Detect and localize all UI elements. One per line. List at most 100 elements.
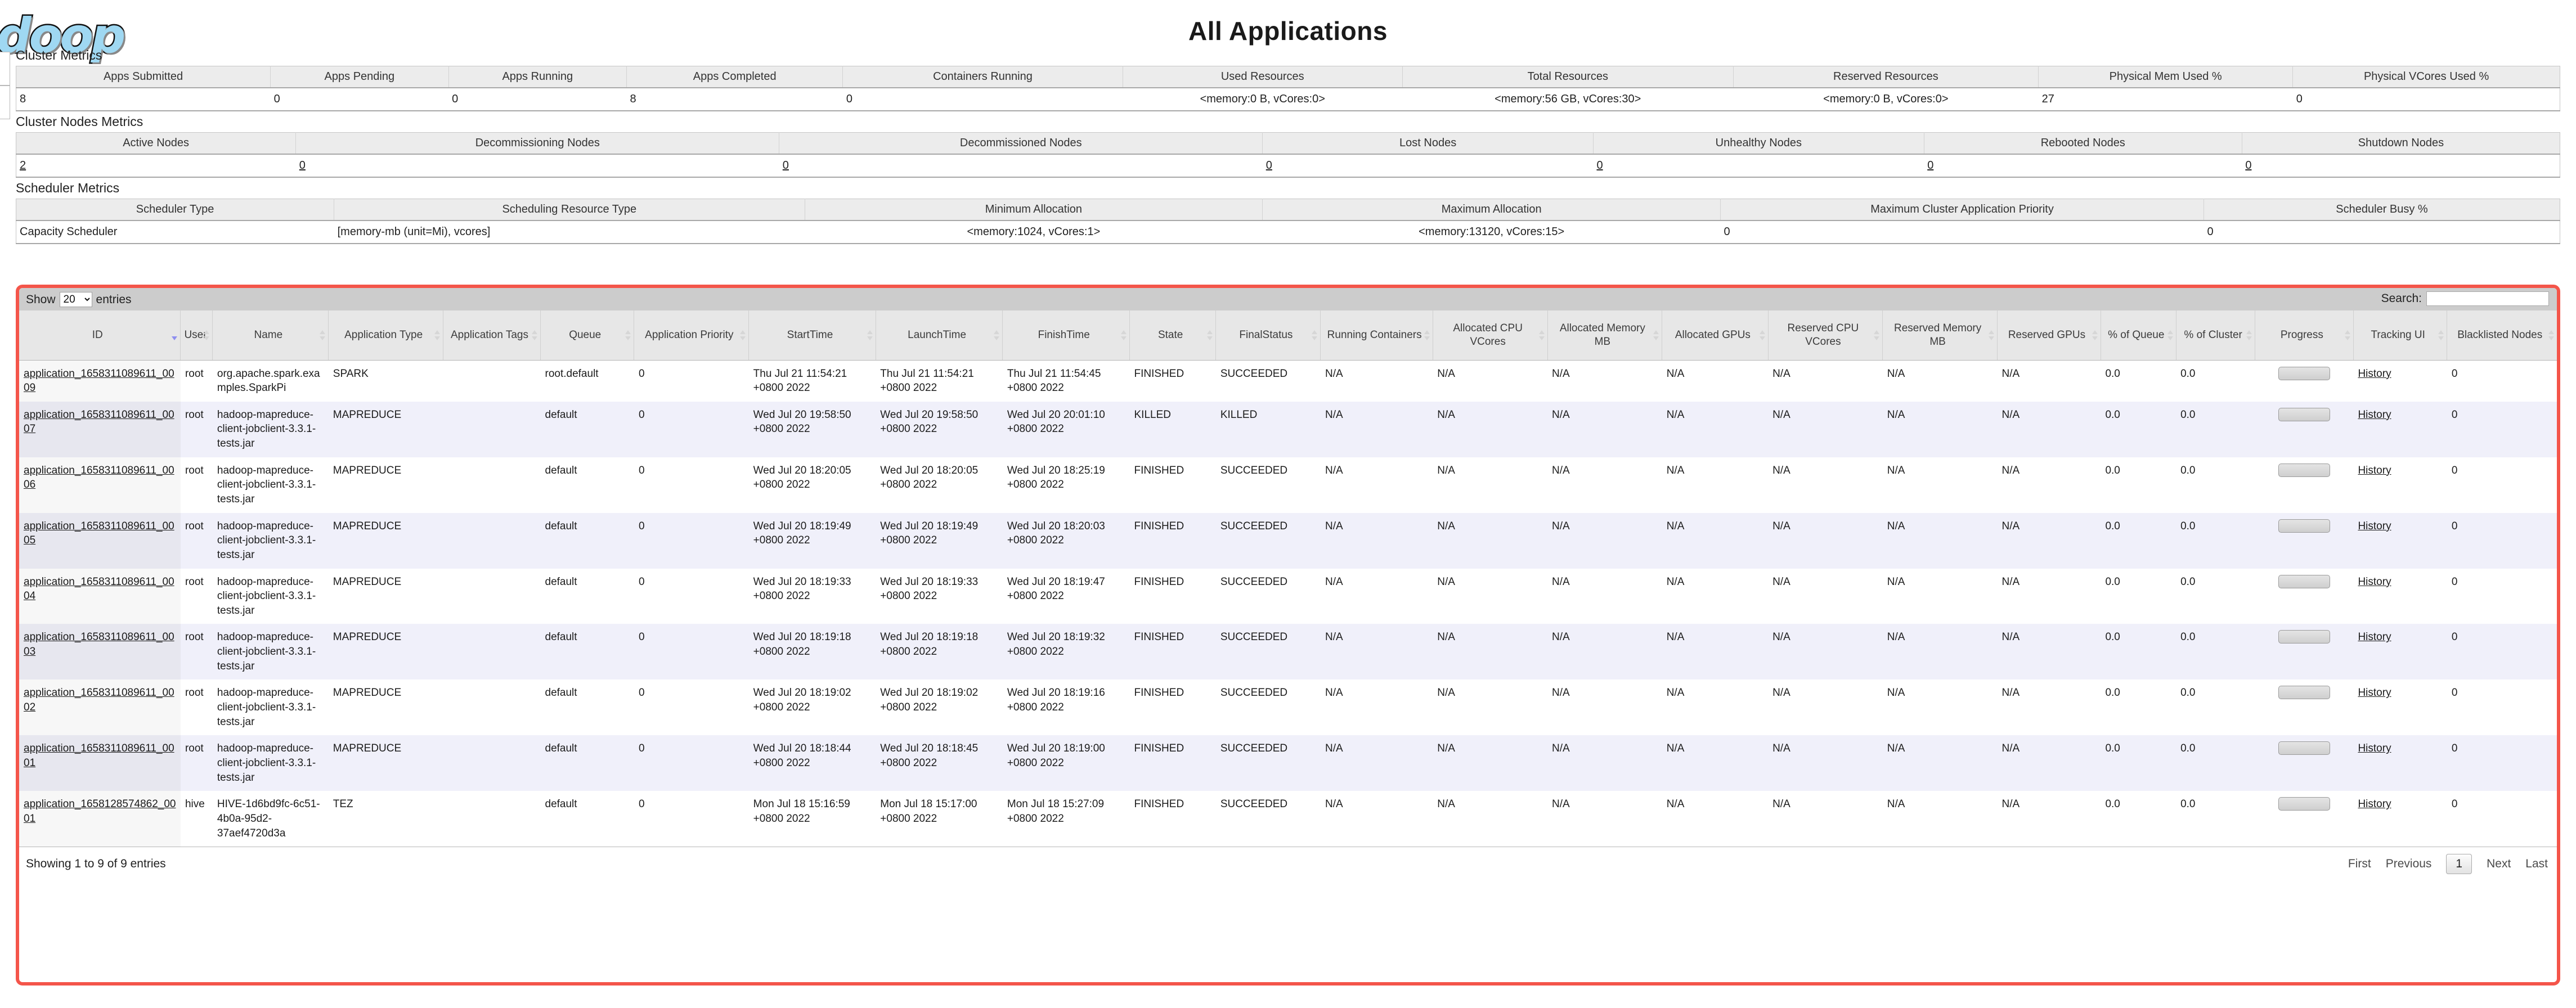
pagination-last[interactable]: Last [2525, 857, 2548, 871]
sort-both-icon [1207, 330, 1213, 340]
progress-bar [2278, 366, 2330, 380]
cluster-nodes-val-decommissioned[interactable]: 0 [783, 159, 789, 172]
table-row: application_1658311089611_0001 root hadoop… [19, 735, 2557, 791]
cell-name: hadoop-mapreduce-client-jobclient-3.3.1-… [217, 408, 316, 450]
cluster-metrics-col-physical-vcores-used: Physical VCores Used % [2292, 66, 2560, 89]
page-length-select[interactable]: 20406080100 [59, 292, 92, 307]
cluster-nodes-val-shutdown[interactable]: 0 [2245, 159, 2251, 172]
cell-launch-time: Wed Jul 20 18:20:05 +0800 2022 [880, 464, 979, 491]
tracking-ui-history-link[interactable]: History [2358, 576, 2391, 588]
pagination-page-1[interactable]: 1 [2446, 854, 2472, 875]
apps-col-of-cluster[interactable]: % of Cluster [2176, 310, 2255, 361]
apps-col-reserved-gpus[interactable]: Reserved GPUs [1997, 310, 2101, 361]
applications-table-scroll[interactable]: ID User Name Application Type Application Ta… [19, 310, 2557, 847]
tracking-ui-history-link[interactable]: History [2358, 368, 2391, 380]
cell-running-containers: N/A [1325, 631, 1343, 644]
applications-table-body: application_1658311089611_0009 root org.ap… [19, 360, 2557, 847]
scheduler-col-type: Scheduler Type [16, 199, 335, 222]
cell-queue: default [545, 520, 577, 532]
application-id-link[interactable]: application_1658311089611_0001 [24, 742, 174, 769]
apps-col-allocated-cpu-vcores[interactable]: Allocated CPU VCores [1433, 310, 1548, 361]
pagination-next[interactable]: Next [2487, 857, 2511, 871]
application-id-link[interactable]: application_1658311089611_0003 [24, 631, 174, 658]
apps-col-user[interactable]: User [180, 310, 213, 361]
application-id-link[interactable]: application_1658311089611_0007 [24, 409, 174, 435]
cell-alloc-cpu-vcores: N/A [1437, 408, 1455, 421]
left-rail-stub-mid [0, 86, 10, 119]
cell-running-containers: N/A [1325, 687, 1343, 699]
apps-col-progress[interactable]: Progress [2255, 310, 2354, 361]
sort-desc-icon [172, 330, 178, 340]
cluster-nodes-val-decommissioning[interactable]: 0 [299, 159, 306, 172]
application-id-link[interactable]: application_1658311089611_0005 [24, 520, 174, 547]
cell-progress [2255, 457, 2353, 513]
apps-col-finishtime[interactable]: FinishTime [1002, 310, 1130, 361]
cell-res-gpus: N/A [2001, 367, 2020, 380]
cell-launch-time: Wed Jul 20 18:19:18 +0800 2022 [880, 631, 979, 658]
apps-col-allocated-gpus[interactable]: Allocated GPUs [1662, 310, 1769, 361]
cell-running-containers: N/A [1325, 798, 1343, 811]
cell-app-tags [443, 735, 540, 791]
cluster-nodes-val-rebooted[interactable]: 0 [1927, 159, 1933, 172]
cell-tracking-ui: History [2353, 513, 2447, 569]
tracking-ui-history-link[interactable]: History [2358, 520, 2391, 532]
apps-col-reserved-memory-mb[interactable]: Reserved Memory MB [1882, 310, 1998, 361]
apps-col-id[interactable]: ID [19, 310, 181, 361]
cell-id: application_1658311089611_0007 [19, 401, 181, 457]
cluster-nodes-val-decommissioning-cell: 0 [295, 154, 779, 178]
cell-pct-queue: 0.0 [2105, 631, 2120, 644]
left-rail-stub-top [0, 52, 10, 86]
apps-col-starttime[interactable]: StartTime [748, 310, 876, 361]
apps-col-allocated-memory-mb[interactable]: Allocated Memory MB [1547, 310, 1663, 361]
cell-res-gpus: N/A [2001, 687, 2020, 699]
cell-alloc-gpus: N/A [1666, 408, 1685, 421]
apps-col-running-containers[interactable]: Running Containers [1320, 310, 1433, 361]
apps-col-of-queue[interactable]: % of Queue [2101, 310, 2176, 361]
cell-pct-cluster: 0.0 [2180, 798, 2196, 811]
apps-col-reserved-cpu-vcores[interactable]: Reserved CPU VCores [1768, 310, 1883, 361]
apps-col-finalstatus[interactable]: FinalStatus [1215, 310, 1321, 361]
sort-both-icon [2167, 330, 2173, 340]
tracking-ui-history-link[interactable]: History [2358, 687, 2391, 699]
datatable-info: Showing 1 to 9 of 9 entries [26, 857, 166, 871]
cluster-nodes-val-active[interactable]: 2 [20, 159, 26, 172]
cluster-metrics-col-used-resources: Used Resources [1123, 66, 1403, 89]
apps-col-tracking-ui[interactable]: Tracking UI [2353, 310, 2448, 361]
search-input[interactable] [2426, 291, 2549, 306]
cell-res-memory-mb: N/A [1887, 742, 1905, 755]
tracking-ui-history-link[interactable]: History [2358, 742, 2391, 754]
application-id-link[interactable]: application_1658311089611_0004 [24, 576, 174, 602]
apps-col-application-tags[interactable]: Application Tags [443, 310, 541, 361]
applications-header-row: ID User Name Application Type Application Ta… [19, 310, 2557, 361]
cell-progress [2255, 513, 2353, 569]
application-id-link[interactable]: application_1658311089611_0002 [24, 687, 174, 713]
pagination-previous[interactable]: Previous [2386, 857, 2432, 871]
apps-col-name[interactable]: Name [212, 310, 329, 361]
cell-finish-time: Thu Jul 21 11:54:45 +0800 2022 [1007, 367, 1101, 394]
apps-col-state[interactable]: State [1129, 310, 1217, 361]
table-row: application_1658311089611_0003 root hadoop… [19, 624, 2557, 680]
apps-col-application-type[interactable]: Application Type [328, 310, 443, 361]
application-id-link[interactable]: application_1658128574862_0001 [24, 798, 176, 825]
cluster-nodes-val-lost[interactable]: 0 [1266, 159, 1272, 172]
tracking-ui-history-link[interactable]: History [2358, 631, 2391, 643]
apps-col-application-priority[interactable]: Application Priority [634, 310, 750, 361]
cell-state: FINISHED [1134, 464, 1184, 476]
cluster-metrics-value-row: 8 0 0 8 0 <memory:0 B, vCores:0> <memory… [16, 88, 2560, 112]
cluster-nodes-col-decommissioned: Decommissioned Nodes [779, 132, 1263, 155]
cell-app-priority: 0 [638, 798, 645, 811]
application-id-link[interactable]: application_1658311089611_0006 [24, 465, 174, 491]
tracking-ui-history-link[interactable]: History [2358, 798, 2391, 810]
apps-col-blacklisted-nodes[interactable]: Blacklisted Nodes [2447, 310, 2557, 361]
tracking-ui-history-link[interactable]: History [2358, 465, 2391, 476]
tracking-ui-history-link[interactable]: History [2358, 409, 2391, 421]
application-id-link[interactable]: application_1658311089611_0009 [24, 368, 174, 394]
apps-col-label: Application Priority [645, 328, 734, 341]
apps-col-launchtime[interactable]: LaunchTime [876, 310, 1003, 361]
cluster-nodes-val-unhealthy[interactable]: 0 [1596, 159, 1603, 172]
cluster-metrics-val-apps-running: 0 [448, 88, 627, 112]
pagination-first[interactable]: First [2348, 857, 2371, 871]
sort-both-icon [1759, 330, 1765, 340]
cell-app-priority: 0 [638, 631, 645, 644]
apps-col-queue[interactable]: Queue [540, 310, 635, 361]
